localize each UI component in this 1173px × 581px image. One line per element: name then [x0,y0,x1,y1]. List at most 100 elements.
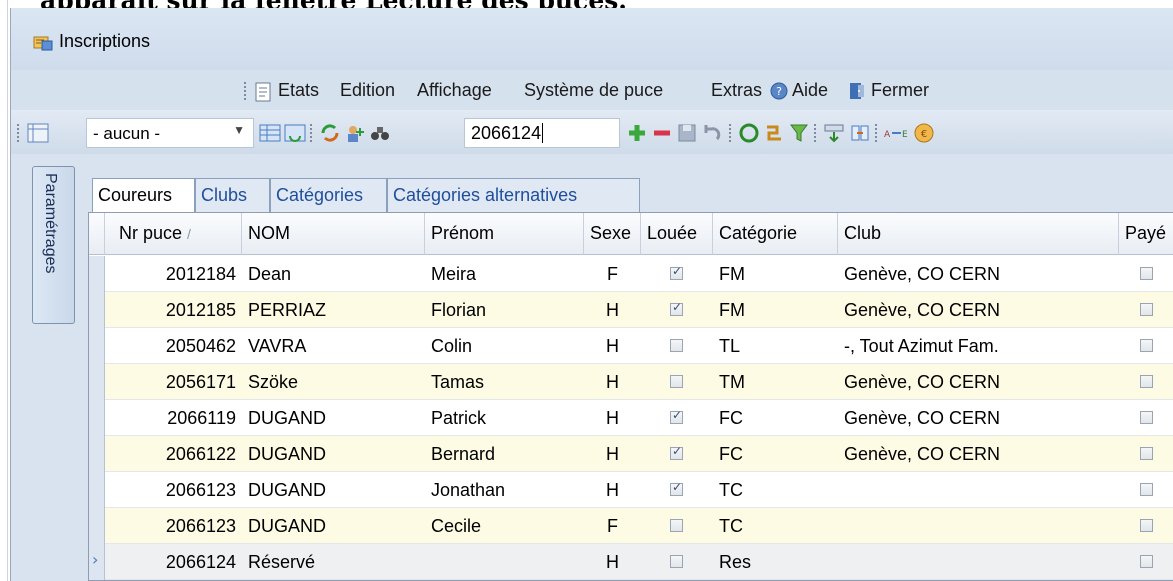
cell-prenom[interactable]: Colin [425,328,584,364]
menu-edition[interactable]: Edition [340,80,395,101]
save-icon[interactable] [676,122,698,144]
cell-nr-puce[interactable]: 2012184 [105,256,242,292]
cell-club[interactable]: Genève, CO CERN [838,436,1119,472]
cell-categorie[interactable]: FC [713,400,838,436]
col-nr-puce[interactable]: Nr puce / [105,213,242,255]
refresh-icon[interactable] [319,122,341,144]
add-icon[interactable] [626,122,648,144]
louee-checkbox[interactable] [670,444,683,460]
cell-sexe[interactable]: H [584,472,641,508]
table-row[interactable]: 2012185 PERRIAZ Florian H FM Genève, CO CERN [89,292,1173,328]
cell-prenom[interactable]: Tamas [425,364,584,400]
cell-nom[interactable]: DUGAND [242,472,425,508]
cell-categorie[interactable]: TC [713,472,838,508]
louee-checkbox[interactable] [670,408,683,424]
cell-categorie[interactable]: FM [713,292,838,328]
menu-grip[interactable] [244,82,248,100]
cell-nr-puce[interactable]: 2066119 [105,400,242,436]
cell-club[interactable] [838,544,1119,580]
menu-extras[interactable]: Extras [711,80,762,101]
louee-checkbox[interactable] [670,339,683,352]
cell-categorie[interactable]: TM [713,364,838,400]
cell-nom[interactable]: Dean [242,256,425,292]
cell-club[interactable]: Genève, CO CERN [838,400,1119,436]
cell-club[interactable] [838,472,1119,508]
paye-checkbox[interactable] [1140,519,1153,532]
louee-checkbox[interactable] [670,264,683,280]
cell-nom[interactable]: DUGAND [242,400,425,436]
table-row[interactable]: 2066122 DUGAND Bernard H FC Genève, CO CERN [89,436,1173,472]
transfer-icon[interactable]: AE [884,122,912,144]
cell-prenom[interactable]: Florian [425,292,584,328]
start-circle-icon[interactable] [738,122,760,144]
remove-icon[interactable] [651,122,673,144]
row-header[interactable] [89,328,105,364]
tab-clubs[interactable]: Clubs [195,178,270,212]
cell-categorie[interactable]: TC [713,508,838,544]
add-person-icon[interactable] [344,122,366,144]
cell-prenom[interactable]: Bernard [425,436,584,472]
cell-club[interactable]: Genève, CO CERN [838,364,1119,400]
cell-sexe[interactable]: F [584,508,641,544]
row-header[interactable] [89,292,105,328]
select-all-corner[interactable] [89,213,105,255]
cell-nom[interactable]: VAVRA [242,328,425,364]
cell-prenom[interactable]: Cecile [425,508,584,544]
money-coin-icon[interactable]: € [913,122,935,144]
cell-nr-puce[interactable]: 2050462 [105,328,242,364]
row-header[interactable] [89,508,105,544]
paye-checkbox[interactable] [1140,375,1153,388]
cell-sexe[interactable]: H [584,544,641,580]
table-row[interactable]: 2012184 Dean Meira F FM Genève, CO CERN [89,256,1173,292]
search-input[interactable]: 2066124 [464,118,620,148]
table-row[interactable]: 2050462 VAVRA Colin H TL -, Tout Azimut Fam. [89,328,1173,364]
paye-checkbox[interactable] [1140,267,1153,280]
col-sexe[interactable]: Sexe [584,213,641,255]
menu-fermer[interactable]: Fermer [871,80,929,101]
grid-refresh-icon[interactable] [284,122,306,144]
parametrages-side-tab[interactable]: Paramétrages [32,166,75,324]
cell-categorie[interactable]: TL [713,328,838,364]
table-row[interactable]: › 2066124 Réservé H Res [89,544,1173,580]
cell-nom[interactable]: PERRIAZ [242,292,425,328]
menu-systeme-de-puce[interactable]: Système de puce [524,80,663,101]
menu-affichage[interactable]: Affichage [417,80,492,101]
menu-aide[interactable]: Aide [792,80,828,101]
cell-nr-puce[interactable]: 2066124 [105,544,242,580]
cell-sexe[interactable]: H [584,436,641,472]
cell-sexe[interactable]: H [584,400,641,436]
filter-funnel-icon[interactable] [788,122,810,144]
paye-checkbox[interactable] [1140,339,1153,352]
col-club[interactable]: Club [838,213,1119,255]
grid-layout-icon[interactable] [259,122,281,144]
col-prenom[interactable]: Prénom [425,213,584,255]
cell-prenom[interactable]: Patrick [425,400,584,436]
col-nom[interactable]: NOM [242,213,425,255]
cell-prenom[interactable] [425,544,584,580]
row-header[interactable] [89,364,105,400]
cell-club[interactable]: -, Tout Azimut Fam. [838,328,1119,364]
row-header[interactable] [89,400,105,436]
row-header[interactable] [89,436,105,472]
col-categorie[interactable]: Catégorie [713,213,838,255]
list-view-icon[interactable] [27,122,49,144]
import-icon[interactable] [823,122,845,144]
table-row[interactable]: 2066123 DUGAND Jonathan H TC [89,472,1173,508]
chevron-down-icon[interactable]: ▼ [233,123,245,137]
merge-icon[interactable] [849,122,871,144]
route-icon[interactable] [763,122,785,144]
cell-categorie[interactable]: FM [713,256,838,292]
table-row[interactable]: 2066123 DUGAND Cecile F TC [89,508,1173,544]
undo-icon[interactable] [701,122,723,144]
find-binoculars-icon[interactable] [369,122,391,144]
col-louee[interactable]: Louée [641,213,713,255]
cell-club[interactable]: Genève, CO CERN [838,292,1119,328]
cell-nom[interactable]: Réservé [242,544,425,580]
row-header[interactable] [89,256,105,292]
paye-checkbox[interactable] [1140,303,1153,316]
louee-checkbox[interactable] [670,519,683,532]
cell-sexe[interactable]: H [584,292,641,328]
cell-nom[interactable]: DUGAND [242,508,425,544]
cell-club[interactable]: Genève, CO CERN [838,256,1119,292]
row-header[interactable]: › [89,544,105,580]
